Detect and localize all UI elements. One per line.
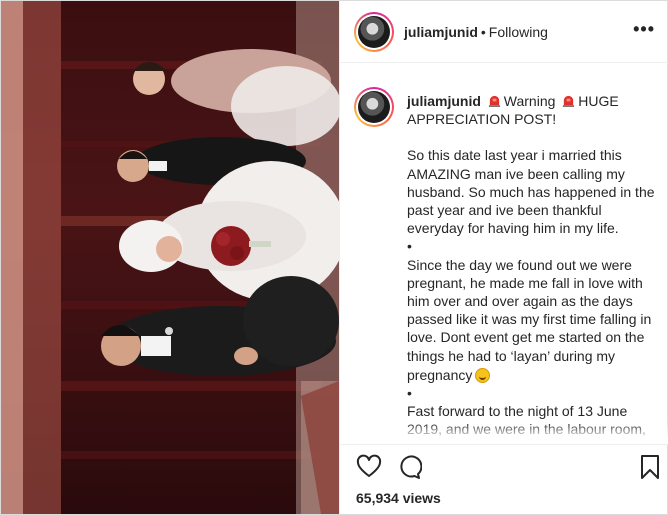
post-sidebar: juliamjunid • Following ••• juliamjunid Wa… xyxy=(339,1,668,514)
caption-paragraph-2: Since the day we found out we were pregn… xyxy=(407,256,652,383)
post-header: juliamjunid • Following ••• xyxy=(340,1,668,63)
separator-dot: • xyxy=(480,24,486,40)
follow-status-button[interactable]: Following xyxy=(489,24,548,40)
caption-paragraph-1: So this date last year i married this AM… xyxy=(407,147,655,237)
post-actions: 65,934 views xyxy=(340,444,668,514)
instagram-post: juliamjunid • Following ••• juliamjunid Wa… xyxy=(0,0,668,515)
more-options-icon[interactable]: ••• xyxy=(633,19,655,40)
police-light-icon xyxy=(488,95,500,107)
caption-section: juliamjunid Warning HUGE APPRECIATION PO… xyxy=(340,64,668,444)
caption-text: juliamjunid Warning HUGE APPRECIATION PO… xyxy=(407,92,659,439)
comment-icon[interactable] xyxy=(396,454,423,480)
author-avatar[interactable] xyxy=(354,12,394,52)
author-username[interactable]: juliamjunid xyxy=(404,24,478,40)
laughing-face-icon xyxy=(475,367,491,383)
heart-icon[interactable] xyxy=(356,454,382,480)
caption-bullet-2: • xyxy=(407,385,412,402)
caption-fade xyxy=(340,422,668,444)
post-photo[interactable] xyxy=(1,1,339,514)
caption-avatar[interactable] xyxy=(354,87,394,127)
police-light-icon xyxy=(563,95,575,107)
caption-warning: Warning xyxy=(503,93,556,109)
wedding-photo-illustration xyxy=(1,1,339,514)
bookmark-icon[interactable] xyxy=(637,454,663,480)
view-count[interactable]: 65,934 views xyxy=(356,490,441,506)
caption-bullet-1: • xyxy=(407,238,412,255)
caption-username[interactable]: juliamjunid xyxy=(407,93,481,109)
author-line: juliamjunid • Following xyxy=(404,24,548,40)
